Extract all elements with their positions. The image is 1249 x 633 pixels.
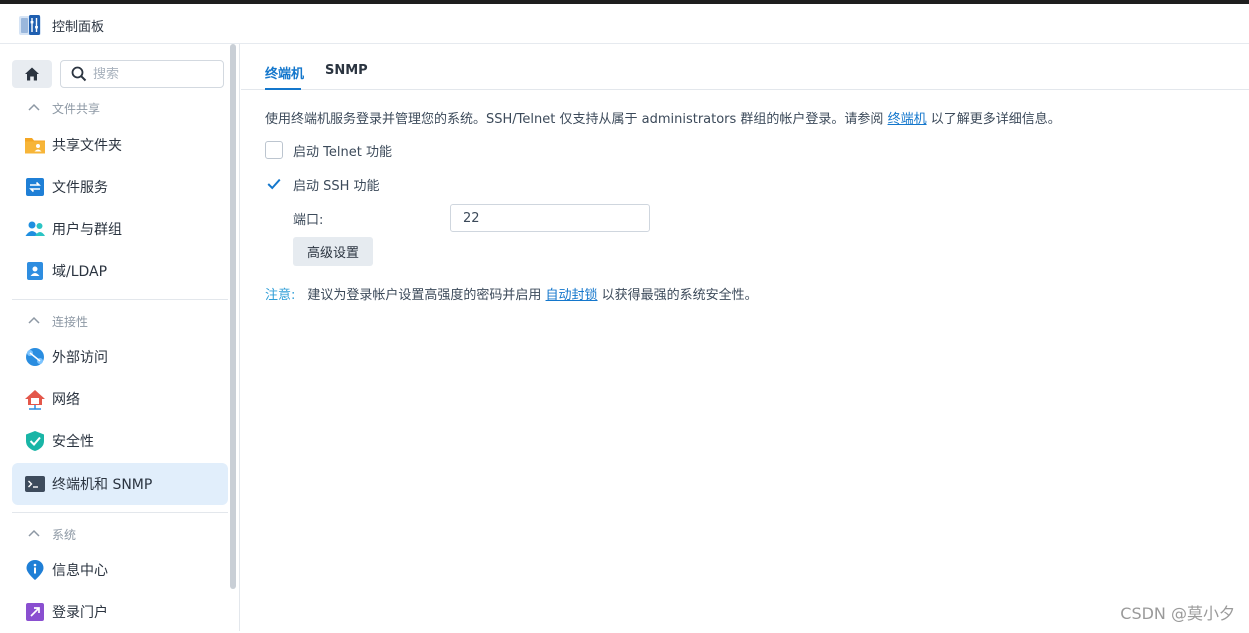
title-bar: 控制面板 bbox=[0, 4, 1249, 44]
checkmark-icon bbox=[267, 178, 281, 190]
shared-folder-icon bbox=[24, 134, 46, 156]
ssh-label: 启动 SSH 功能 bbox=[293, 178, 380, 194]
sidebar-item-security[interactable]: 安全性 bbox=[12, 420, 228, 462]
domain-ldap-icon bbox=[24, 260, 46, 282]
sidebar-item-file-services[interactable]: 文件服务 bbox=[12, 166, 228, 208]
advanced-settings-button[interactable]: 高级设置 bbox=[293, 237, 373, 266]
sidebar-item-label: 用户与群组 bbox=[52, 222, 122, 238]
security-shield-icon bbox=[24, 430, 46, 452]
section-connectivity[interactable]: 连接性 bbox=[26, 311, 88, 331]
sidebar-item-label: 终端机和 SNMP bbox=[52, 477, 153, 493]
description-text-end: 以了解更多详细信息。 bbox=[926, 112, 1061, 127]
home-button[interactable] bbox=[12, 60, 52, 88]
section-title: 连接性 bbox=[52, 314, 89, 329]
chevron-up-icon bbox=[28, 529, 40, 537]
file-services-icon bbox=[24, 176, 46, 198]
sidebar-item-label: 文件服务 bbox=[52, 180, 108, 196]
network-icon bbox=[24, 388, 46, 410]
main-panel: 终端机 SNMP 使用终端机服务登录并管理您的系统。SSH/Telnet 仅支持… bbox=[241, 44, 1249, 631]
ssh-checkbox[interactable] bbox=[265, 175, 283, 193]
port-input[interactable] bbox=[450, 204, 650, 232]
sidebar-item-label: 网络 bbox=[52, 392, 80, 408]
section-title: 系统 bbox=[52, 527, 77, 542]
external-access-icon bbox=[24, 346, 46, 368]
info-center-icon bbox=[24, 559, 46, 581]
sidebar: 文件共享 共享文件夹 文件服务 bbox=[0, 44, 240, 631]
section-title: 文件共享 bbox=[52, 101, 101, 116]
sidebar-item-label: 登录门户 bbox=[52, 605, 108, 621]
chevron-up-icon bbox=[28, 103, 40, 111]
note-text: 建议为登录帐户设置高强度的密码并启用 bbox=[307, 288, 546, 303]
login-portal-icon bbox=[24, 601, 46, 623]
sidebar-scrollbar[interactable] bbox=[230, 44, 236, 589]
tab-snmp[interactable]: SNMP bbox=[325, 63, 368, 78]
terminal-help-link[interactable]: 终端机 bbox=[888, 112, 927, 127]
tab-terminal[interactable]: 终端机 bbox=[265, 63, 304, 82]
home-icon bbox=[25, 67, 39, 81]
note-text-end: 以获得最强的系统安全性。 bbox=[597, 288, 758, 303]
sidebar-item-external-access[interactable]: 外部访问 bbox=[12, 336, 228, 378]
telnet-checkbox[interactable] bbox=[265, 141, 283, 159]
search-input[interactable] bbox=[93, 66, 213, 82]
window-title: 控制面板 bbox=[52, 20, 105, 35]
control-panel-icon bbox=[19, 15, 41, 35]
sidebar-item-label: 域/LDAP bbox=[52, 264, 108, 280]
tab-bar: 终端机 SNMP bbox=[241, 44, 1249, 90]
terminal-icon bbox=[24, 473, 46, 495]
telnet-label: 启动 Telnet 功能 bbox=[293, 144, 392, 160]
description: 使用终端机服务登录并管理您的系统。SSH/Telnet 仅支持从属于 admin… bbox=[265, 108, 1061, 127]
note-label: 注意: bbox=[265, 288, 296, 303]
section-system[interactable]: 系统 bbox=[26, 524, 76, 544]
search-icon bbox=[71, 66, 87, 82]
sidebar-item-label: 外部访问 bbox=[52, 350, 108, 366]
divider bbox=[12, 299, 228, 300]
security-note: 注意: 建议为登录帐户设置高强度的密码并启用 自动封锁 以获得最强的系统安全性。 bbox=[265, 284, 758, 303]
active-tab-indicator bbox=[265, 88, 301, 90]
section-file-sharing[interactable]: 文件共享 bbox=[26, 98, 100, 118]
sidebar-item-label: 信息中心 bbox=[52, 563, 108, 579]
divider bbox=[12, 512, 228, 513]
sidebar-item-login-portal[interactable]: 登录门户 bbox=[12, 591, 228, 633]
search-box[interactable] bbox=[60, 60, 224, 88]
sidebar-item-shared-folder[interactable]: 共享文件夹 bbox=[12, 124, 228, 166]
sidebar-item-label: 共享文件夹 bbox=[52, 138, 122, 154]
watermark: CSDN @莫小夕 bbox=[1120, 604, 1235, 623]
auto-block-link[interactable]: 自动封锁 bbox=[546, 288, 598, 303]
ssh-option[interactable]: 启动 SSH 功能 bbox=[265, 174, 380, 194]
sidebar-item-terminal-snmp[interactable]: 终端机和 SNMP bbox=[12, 463, 228, 505]
chevron-up-icon bbox=[28, 316, 40, 324]
sidebar-item-info-center[interactable]: 信息中心 bbox=[12, 549, 228, 591]
description-text: 使用终端机服务登录并管理您的系统。SSH/Telnet 仅支持从属于 admin… bbox=[265, 112, 888, 127]
sidebar-item-users-groups[interactable]: 用户与群组 bbox=[12, 208, 228, 250]
sidebar-item-label: 安全性 bbox=[52, 434, 94, 450]
port-label: 端口: bbox=[293, 213, 324, 228]
sidebar-item-network[interactable]: 网络 bbox=[12, 378, 228, 420]
users-groups-icon bbox=[24, 218, 46, 240]
telnet-option[interactable]: 启动 Telnet 功能 bbox=[265, 140, 392, 160]
sidebar-item-domain-ldap[interactable]: 域/LDAP bbox=[12, 250, 228, 292]
